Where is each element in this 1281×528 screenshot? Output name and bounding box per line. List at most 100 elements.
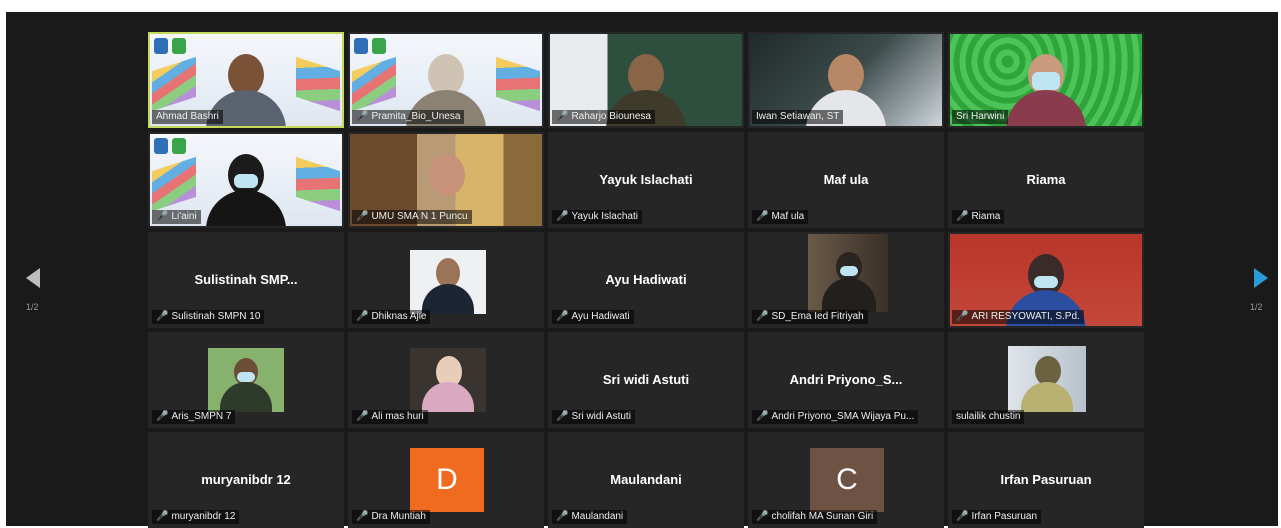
participant-tile-liaini[interactable]: 🎤 Li'aini bbox=[148, 132, 344, 228]
participant-tile-cholifah[interactable]: C 🎤 cholifah MA Sunan Giri bbox=[748, 432, 944, 528]
participant-name-label: Ahmad Bashri bbox=[152, 110, 223, 124]
previous-page-indicator: 1/2 bbox=[26, 302, 39, 312]
participant-figure bbox=[200, 154, 292, 226]
participant-profile-photo bbox=[410, 348, 486, 412]
participant-grid: Ahmad Bashri 🎤 Pramita_Bio_Unesa 🎤 Rahar… bbox=[148, 32, 1144, 528]
mic-muted-icon: 🎤 bbox=[756, 311, 769, 322]
participant-tile-umu[interactable]: 🎤 UMU SMA N 1 Puncu bbox=[348, 132, 544, 228]
mic-muted-icon: 🎤 bbox=[156, 411, 169, 422]
participant-name-label: Iwan Setiawan, ST bbox=[752, 110, 844, 124]
participant-figure bbox=[216, 358, 276, 412]
participant-tile-sulailik[interactable]: sulailik chustin bbox=[948, 332, 1144, 428]
mic-muted-icon: 🎤 bbox=[156, 211, 169, 222]
participant-display-name: Riama bbox=[1026, 172, 1066, 187]
participant-tile-maulandani[interactable]: Maulandani 🎤 Maulandani bbox=[548, 432, 744, 528]
university-logo-icon bbox=[172, 38, 186, 54]
participant-name-label: 🎤 Ayu Hadiwati bbox=[552, 310, 634, 324]
mic-muted-icon: 🎤 bbox=[956, 211, 969, 222]
participant-tile-sulistinah[interactable]: Sulistinah SMP... 🎤 Sulistinah SMPN 10 bbox=[148, 232, 344, 328]
mic-muted-icon: 🎤 bbox=[756, 411, 769, 422]
participant-name-label: 🎤 Aris_SMPN 7 bbox=[152, 410, 236, 424]
participant-display-name: Sulistinah SMP... bbox=[194, 272, 298, 287]
participant-display-name: muryanibdr 12 bbox=[201, 472, 291, 487]
participant-tile-dra[interactable]: D 🎤 Dra Muntiah bbox=[348, 432, 544, 528]
participant-name-label: 🎤 Maulandani bbox=[552, 510, 628, 524]
mic-muted-icon: 🎤 bbox=[356, 311, 369, 322]
mic-muted-icon: 🎤 bbox=[956, 311, 969, 322]
participant-tile-yayuk[interactable]: Yayuk Islachati 🎤 Yayuk Islachati bbox=[548, 132, 744, 228]
participant-name-label: Sri Harwini bbox=[952, 110, 1009, 124]
participant-tile-muryani[interactable]: muryanibdr 12 🎤 muryanibdr 12 bbox=[148, 432, 344, 528]
mic-muted-icon: 🎤 bbox=[156, 511, 169, 522]
participant-name-label: 🎤 Dhiknas Ajie bbox=[352, 310, 431, 324]
avatar: C bbox=[810, 448, 884, 512]
mic-muted-icon: 🎤 bbox=[556, 511, 569, 522]
participant-video bbox=[808, 234, 888, 312]
meeting-gallery-view: 1/2 1/2 Ahmad Bashri 🎤 Pramita_Bio_Unesa… bbox=[6, 12, 1278, 528]
participant-figure bbox=[818, 252, 878, 312]
university-logo-icon bbox=[372, 38, 386, 54]
participant-name-label: 🎤 ARI RESYOWATI, S.Pd. bbox=[952, 310, 1084, 324]
participant-name-label: 🎤 Dra Muntiah bbox=[352, 510, 430, 524]
participant-tile-andri[interactable]: Andri Priyono_S... 🎤 Andri Priyono_SMA Wi… bbox=[748, 332, 944, 428]
participant-tile-ahmad[interactable]: Ahmad Bashri bbox=[148, 32, 344, 128]
participant-tile-sri-harwini[interactable]: Sri Harwini bbox=[948, 32, 1144, 128]
participant-video bbox=[208, 348, 284, 412]
participant-tile-sd-ema[interactable]: 🎤 SD_Ema Ied Fitriyah bbox=[748, 232, 944, 328]
participant-name-label: sulailik chustin bbox=[952, 410, 1025, 424]
mic-muted-icon: 🎤 bbox=[156, 311, 169, 322]
mic-muted-icon: 🎤 bbox=[356, 511, 369, 522]
participant-display-name: Maulandani bbox=[610, 472, 682, 487]
next-page-arrow-icon[interactable] bbox=[1254, 268, 1268, 288]
participant-name-label: 🎤 Irfan Pasuruan bbox=[952, 510, 1042, 524]
participant-tile-maf-ula[interactable]: Maf ula 🎤 Maf ula bbox=[748, 132, 944, 228]
school-logo-icon bbox=[354, 38, 368, 54]
participant-tile-ari[interactable]: 🎤 ARI RESYOWATI, S.Pd. bbox=[948, 232, 1144, 328]
participant-tile-pramita[interactable]: 🎤 Pramita_Bio_Unesa bbox=[348, 32, 544, 128]
participant-tile-aris[interactable]: 🎤 Aris_SMPN 7 bbox=[148, 332, 344, 428]
participant-name-label: 🎤 Li'aini bbox=[152, 210, 201, 224]
participant-figure bbox=[418, 258, 478, 314]
previous-page-arrow-icon[interactable] bbox=[26, 268, 40, 288]
participant-tile-sri-widi[interactable]: Sri widi Astuti 🎤 Sri widi Astuti bbox=[548, 332, 744, 428]
participant-profile-photo bbox=[410, 250, 486, 314]
avatar: D bbox=[410, 448, 484, 512]
participant-name-label: 🎤 Sri widi Astuti bbox=[552, 410, 635, 424]
mic-muted-icon: 🎤 bbox=[556, 111, 569, 122]
pencil-decoration-icon bbox=[496, 56, 540, 112]
participant-figure bbox=[1000, 54, 1092, 126]
participant-display-name: Andri Priyono_S... bbox=[789, 372, 903, 387]
pencil-decoration-icon bbox=[296, 56, 340, 112]
mic-muted-icon: 🎤 bbox=[556, 411, 569, 422]
participant-name-label: 🎤 Pramita_Bio_Unesa bbox=[352, 110, 465, 124]
participant-display-name: Ayu Hadiwati bbox=[605, 272, 687, 287]
participant-display-name: Sri widi Astuti bbox=[602, 372, 690, 387]
participant-display-name: Yayuk Islachati bbox=[599, 172, 693, 187]
participant-name-label: 🎤 Sulistinah SMPN 10 bbox=[152, 310, 265, 324]
participant-name-label: 🎤 Andri Priyono_SMA Wijaya Pu... bbox=[752, 410, 919, 424]
participant-name-label: 🎤 Yayuk Islachati bbox=[552, 210, 642, 224]
participant-name-label: 🎤 SD_Ema Ied Fitriyah bbox=[752, 310, 868, 324]
school-logo-icon bbox=[154, 38, 168, 54]
participant-name-label: 🎤 cholifah MA Sunan Giri bbox=[752, 510, 878, 524]
participant-figure bbox=[1017, 356, 1077, 412]
participant-name-label: 🎤 Riama bbox=[952, 210, 1005, 224]
participant-tile-irfan[interactable]: Irfan Pasuruan 🎤 Irfan Pasuruan bbox=[948, 432, 1144, 528]
participant-tile-iwan[interactable]: Iwan Setiawan, ST bbox=[748, 32, 944, 128]
participant-tile-ali[interactable]: 🎤 Ali mas huri bbox=[348, 332, 544, 428]
participant-tile-ayu[interactable]: Ayu Hadiwati 🎤 Ayu Hadiwati bbox=[548, 232, 744, 328]
mic-muted-icon: 🎤 bbox=[756, 511, 769, 522]
participant-tile-dhiknas[interactable]: 🎤 Dhiknas Ajie bbox=[348, 232, 544, 328]
participant-video bbox=[1008, 346, 1086, 412]
participant-name-label: 🎤 Ali mas huri bbox=[352, 410, 428, 424]
participant-tile-raharjo[interactable]: 🎤 Raharjo Biounesa bbox=[548, 32, 744, 128]
participant-name-label: 🎤 Raharjo Biounesa bbox=[552, 110, 655, 124]
next-page-indicator: 1/2 bbox=[1250, 302, 1263, 312]
mic-muted-icon: 🎤 bbox=[956, 511, 969, 522]
mic-muted-icon: 🎤 bbox=[756, 211, 769, 222]
participant-figure bbox=[418, 356, 478, 412]
university-logo-icon bbox=[172, 138, 186, 154]
pencil-decoration-icon bbox=[152, 56, 196, 112]
participant-tile-riama[interactable]: Riama 🎤 Riama bbox=[948, 132, 1144, 228]
participant-name-label: 🎤 UMU SMA N 1 Puncu bbox=[352, 210, 472, 224]
